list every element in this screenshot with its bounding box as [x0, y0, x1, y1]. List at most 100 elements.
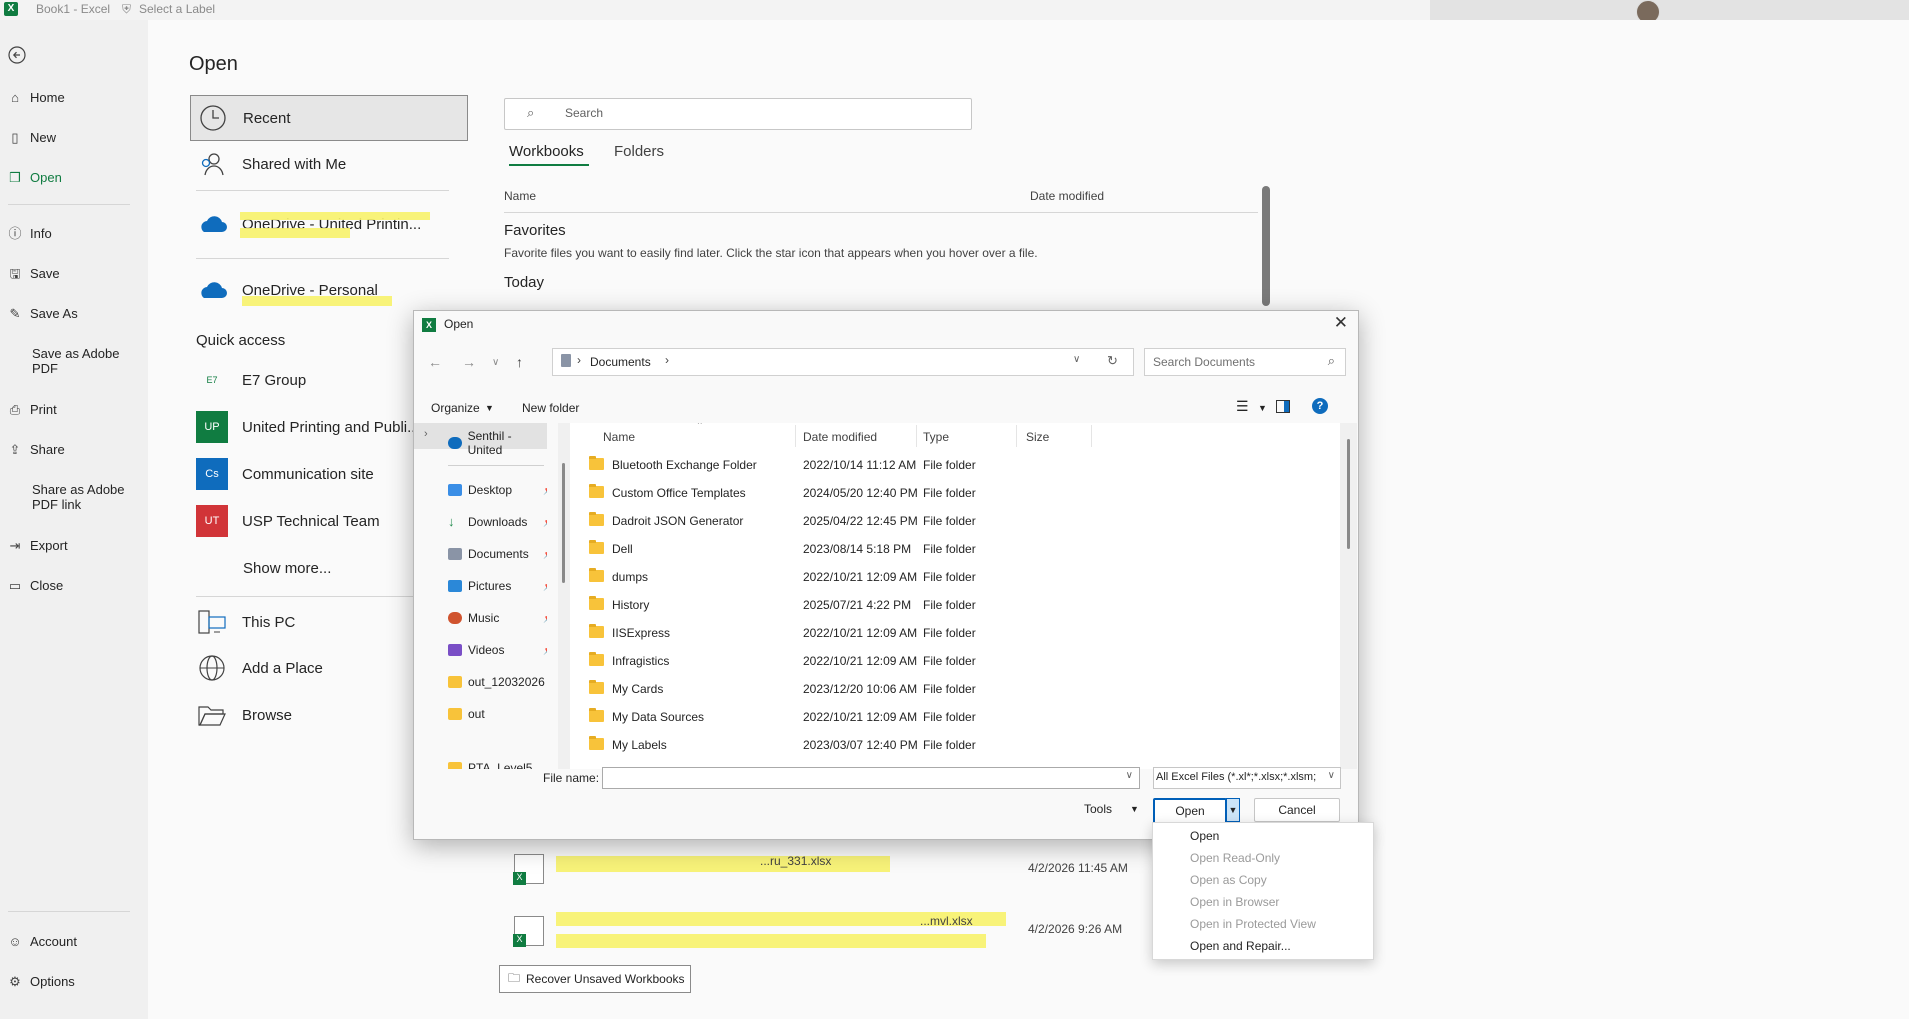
- folder-icon: [589, 568, 604, 582]
- nav-close[interactable]: ▭ Close: [8, 578, 63, 593]
- back-arrow-icon[interactable]: ←: [428, 354, 442, 370]
- menu-item-open-and-repair[interactable]: Open and Repair...: [1190, 939, 1291, 953]
- pin-icon[interactable]: 📌: [543, 581, 547, 592]
- file-type-select[interactable]: All Excel Files (*.xl*;*.xlsx;*.xlsm; ∨: [1153, 767, 1341, 789]
- view-chevron-icon[interactable]: ▼: [1258, 403, 1267, 413]
- preview-pane-icon[interactable]: [1276, 400, 1290, 413]
- breadcrumb-documents[interactable]: Documents: [590, 355, 651, 369]
- view-list-icon[interactable]: ☰: [1236, 398, 1249, 415]
- nav-share[interactable]: ⇪ Share: [8, 442, 65, 457]
- tab-folders[interactable]: Folders: [614, 143, 664, 160]
- file-row[interactable]: My Data Sources 2022/10/21 12:09 AM File f…: [570, 703, 1340, 731]
- nav-pane-documents[interactable]: Documents: [448, 547, 529, 561]
- nav-pane-onedrive[interactable]: Senthil - United: [448, 429, 547, 457]
- location-shared[interactable]: Shared with Me: [190, 142, 466, 186]
- nav-export[interactable]: ⇥ Export: [8, 538, 68, 553]
- open-dropdown-arrow-icon[interactable]: ▼: [1226, 798, 1240, 822]
- expand-chevron-icon[interactable]: ›: [424, 428, 428, 440]
- recent-file-name[interactable]: ...ru_331.xlsx: [760, 854, 831, 868]
- sensitivity-label[interactable]: Select a Label: [139, 2, 215, 16]
- search-input[interactable]: ⌕ Search: [504, 98, 972, 130]
- column-separator[interactable]: [1091, 425, 1092, 447]
- nav-home[interactable]: ⌂ Home: [8, 90, 65, 105]
- file-name-input[interactable]: ∨: [602, 767, 1140, 789]
- folder-icon: [589, 680, 604, 694]
- column-separator[interactable]: [916, 425, 917, 447]
- location-recent[interactable]: Recent: [190, 95, 468, 141]
- file-row[interactable]: Bluetooth Exchange Folder 2022/10/14 11:1…: [570, 451, 1340, 479]
- open-button[interactable]: Open: [1153, 798, 1227, 824]
- column-name[interactable]: Name: [504, 189, 536, 203]
- pin-icon[interactable]: 📌: [543, 645, 547, 656]
- nav-pane-desktop[interactable]: Desktop: [448, 483, 512, 497]
- tab-workbooks[interactable]: Workbooks: [509, 143, 584, 160]
- address-bar[interactable]: › Documents › ∨ ↻: [552, 348, 1134, 376]
- nav-options[interactable]: ⚙ Options: [8, 974, 75, 989]
- organize-menu[interactable]: Organize: [431, 401, 480, 415]
- back-button[interactable]: [8, 46, 26, 64]
- column-separator[interactable]: [795, 425, 796, 447]
- location-onedrive-united[interactable]: OneDrive - United Printin...: [190, 202, 466, 246]
- recent-file-name[interactable]: ...mvl.xlsx: [920, 914, 973, 928]
- nav-account[interactable]: ☺ Account: [8, 934, 77, 949]
- sort-up-icon: ⌃: [696, 423, 704, 430]
- highlight-mark: [556, 856, 890, 872]
- file-row[interactable]: History 2025/07/21 4:22 PM File folder: [570, 591, 1340, 619]
- new-folder-button[interactable]: New folder: [522, 401, 579, 415]
- dialog-search-input[interactable]: Search Documents ⌕: [1144, 348, 1346, 376]
- file-row[interactable]: dumps 2022/10/21 12:09 AM File folder: [570, 563, 1340, 591]
- column-header-date[interactable]: Date modified: [803, 430, 877, 444]
- nav-pane-downloads[interactable]: ↓ Downloads: [448, 515, 527, 529]
- pin-icon[interactable]: 📌: [543, 549, 547, 560]
- file-row[interactable]: My Labels 2023/03/07 12:40 PM File folder: [570, 731, 1340, 759]
- nav-save[interactable]: 🖫 Save: [8, 266, 59, 281]
- recent-locations-chevron-icon[interactable]: ∨: [492, 357, 499, 368]
- folder-icon: [589, 484, 604, 498]
- scrollbar[interactable]: [1262, 186, 1270, 306]
- file-row[interactable]: Dell 2023/08/14 5:18 PM File folder: [570, 535, 1340, 563]
- nav-pane-pta[interactable]: PTA_Level5: [448, 761, 532, 769]
- column-separator[interactable]: [1016, 425, 1017, 447]
- nav-pane-pictures[interactable]: Pictures: [448, 579, 511, 593]
- help-icon[interactable]: ?: [1312, 398, 1328, 414]
- recover-unsaved-button[interactable]: 🗀 Recover Unsaved Workbooks: [499, 965, 691, 993]
- column-header-size[interactable]: Size: [1026, 430, 1049, 444]
- nav-open[interactable]: ❒ Open: [8, 170, 62, 185]
- forward-arrow-icon[interactable]: →: [462, 354, 476, 370]
- file-name-dropdown-icon[interactable]: ∨: [1126, 770, 1133, 781]
- nav-pane-scrollbar[interactable]: [558, 423, 570, 769]
- cancel-button[interactable]: Cancel: [1254, 798, 1340, 822]
- column-header-name[interactable]: Name: [603, 430, 635, 444]
- file-row[interactable]: IISExpress 2022/10/21 12:09 AM File folder: [570, 619, 1340, 647]
- organize-chevron-icon[interactable]: ▼: [485, 403, 494, 413]
- show-more-link[interactable]: Show more...: [243, 560, 331, 577]
- nav-pane-out-12032026[interactable]: out_12032026: [448, 675, 545, 689]
- menu-item-open[interactable]: Open: [1190, 829, 1219, 843]
- tools-menu[interactable]: Tools: [1084, 802, 1112, 816]
- nav-save-as[interactable]: ✎ Save As: [8, 306, 78, 321]
- column-date-modified[interactable]: Date modified: [1030, 189, 1104, 203]
- file-row[interactable]: Infragistics 2022/10/21 12:09 AM File fold…: [570, 647, 1340, 675]
- address-dropdown-icon[interactable]: ∨: [1073, 354, 1080, 365]
- nav-pane-out[interactable]: out: [448, 707, 485, 721]
- nav-info[interactable]: ⓘ Info: [8, 226, 51, 241]
- excel-app-icon: X: [422, 318, 436, 332]
- refresh-icon[interactable]: ↻: [1107, 353, 1118, 369]
- file-list-scrollbar[interactable]: [1340, 423, 1357, 769]
- nav-save-adobe-pdf[interactable]: Save as Adobe PDF: [32, 346, 132, 376]
- pin-icon[interactable]: 📌: [543, 517, 547, 528]
- dialog-close-button[interactable]: ✕: [1334, 313, 1348, 333]
- file-row[interactable]: My Cards 2023/12/20 10:06 AM File folder: [570, 675, 1340, 703]
- nav-new[interactable]: ▯ New: [8, 130, 56, 145]
- nav-pane-videos[interactable]: Videos: [448, 643, 504, 657]
- up-arrow-icon[interactable]: ↑: [516, 354, 523, 370]
- pin-icon[interactable]: 📌: [543, 485, 547, 496]
- nav-pane-music[interactable]: Music: [448, 611, 499, 625]
- tools-chevron-icon[interactable]: ▼: [1130, 804, 1139, 814]
- file-row[interactable]: Custom Office Templates 2024/05/20 12:40 …: [570, 479, 1340, 507]
- nav-print[interactable]: ⎙ Print: [8, 402, 57, 417]
- nav-share-adobe-pdf-link[interactable]: Share as Adobe PDF link: [32, 482, 132, 512]
- pin-icon[interactable]: 📌: [543, 613, 547, 624]
- file-row[interactable]: Dadroit JSON Generator 2025/04/22 12:45 P…: [570, 507, 1340, 535]
- column-header-type[interactable]: Type: [923, 430, 949, 444]
